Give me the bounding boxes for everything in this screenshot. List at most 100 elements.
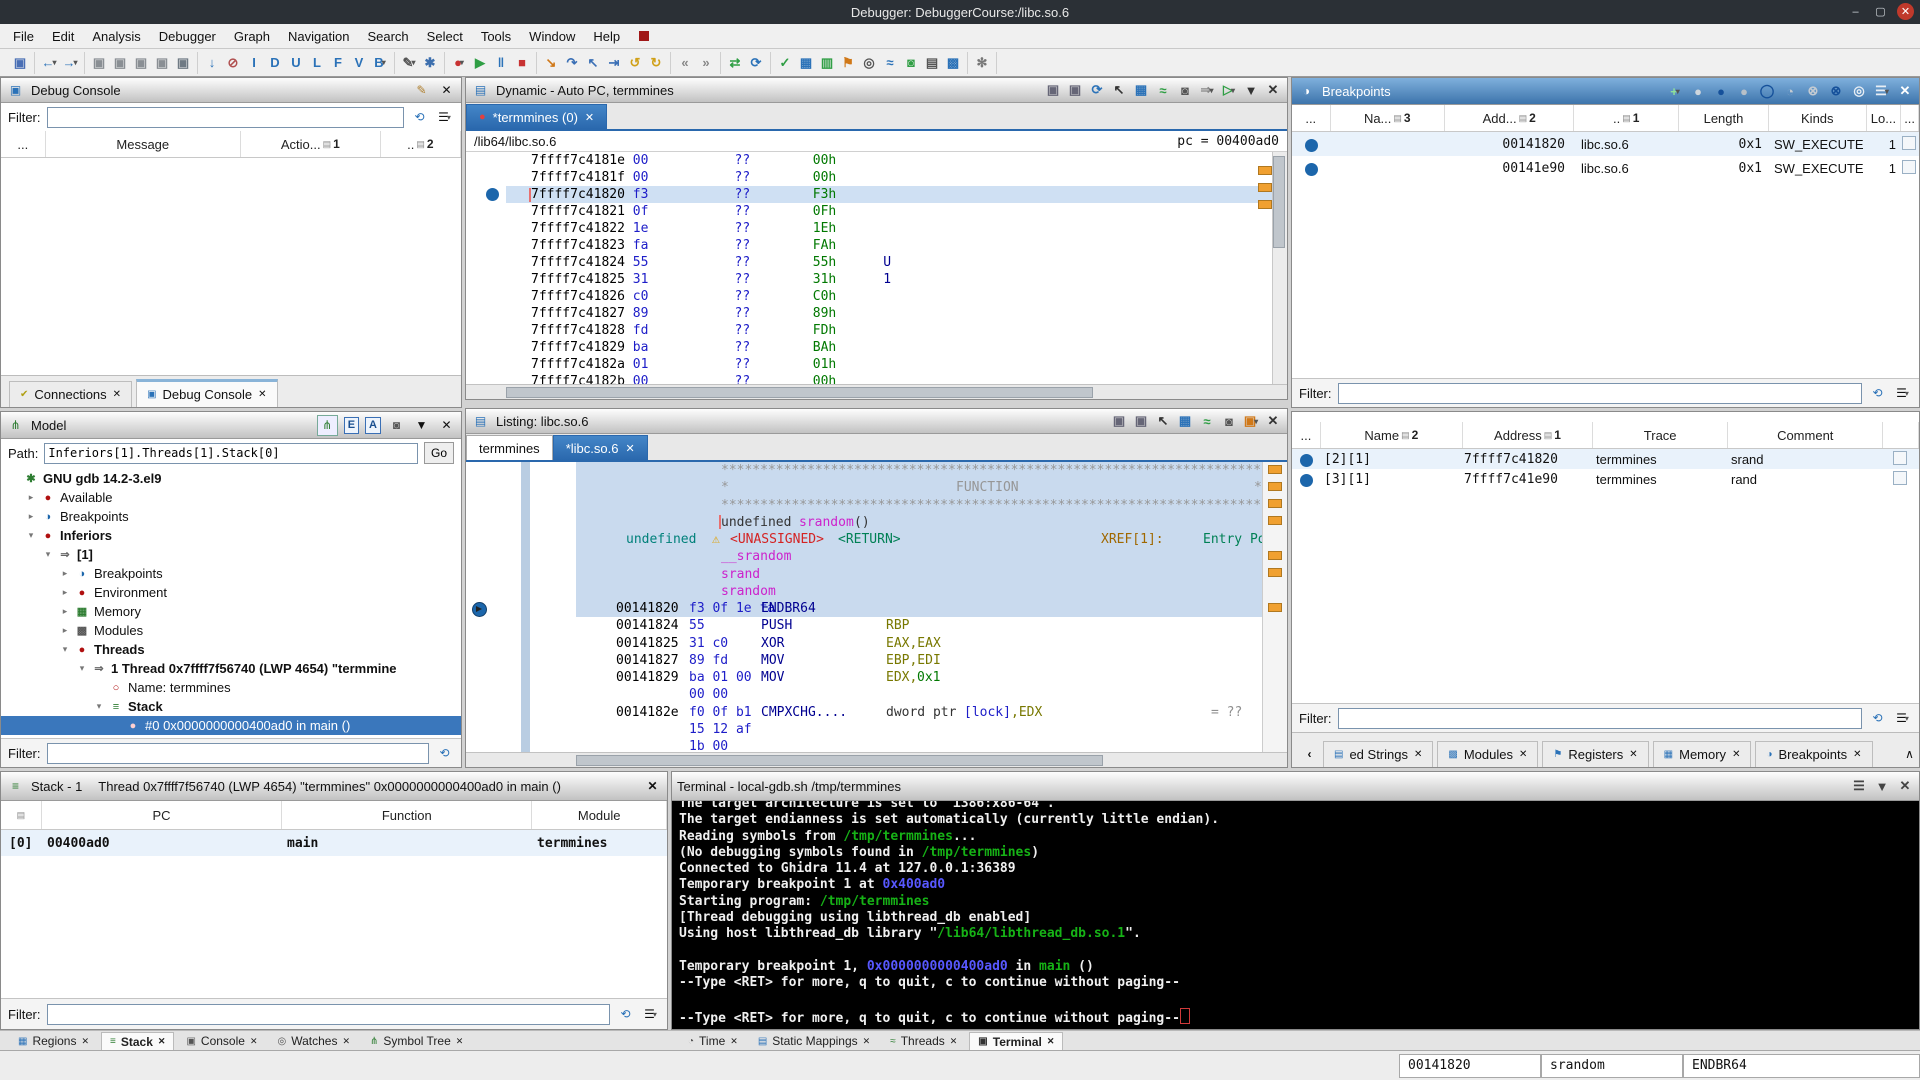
dropdown-icon[interactable]: ▼ xyxy=(1873,777,1891,795)
refresh-icon[interactable]: ⟳ xyxy=(747,54,765,72)
bp-checkbox[interactable] xyxy=(1902,159,1916,174)
camera-icon[interactable]: ◙ xyxy=(1176,81,1194,99)
column-header-...[interactable]: ... xyxy=(1901,105,1919,131)
table-icon[interactable]: ▦ xyxy=(1176,412,1194,430)
flag-icon[interactable]: ⚑ xyxy=(839,54,857,72)
column-header-Address[interactable]: Address ▤ 1 xyxy=(1463,422,1594,448)
tab-close-icon[interactable]: ✕ xyxy=(1047,1036,1055,1047)
replay-icon[interactable]: ↻ xyxy=(647,54,665,72)
edit-icon[interactable]: ▣ ▾ xyxy=(1242,412,1260,430)
tab-close-icon[interactable]: ✕ xyxy=(1519,749,1527,760)
tree-node[interactable]: ▸ ▩ Modules xyxy=(1,621,461,640)
map-icon[interactable]: ▩ xyxy=(944,54,962,72)
close-icon[interactable]: ✕ xyxy=(1264,81,1282,99)
menu-edit[interactable]: Edit xyxy=(43,27,83,46)
tab-breakpoints[interactable]: ◑ Breakpoints ✕ xyxy=(1755,741,1873,767)
magnify-icon[interactable]: ◎ xyxy=(1850,82,1868,100)
listing-line[interactable]: 15 12 af xyxy=(466,721,1287,738)
byte-row[interactable]: 7ffff7c41820 f3 ?? F3h xyxy=(506,186,1287,203)
breakpoint-row[interactable]: 00141e90 libc.so.6 0x1 SW_EXECUTE 1 xyxy=(1292,156,1919,180)
disable-all-icon[interactable]: ● xyxy=(1735,82,1753,100)
toggle-icon[interactable]: ◯ xyxy=(1758,82,1776,100)
tree-node[interactable]: ▾ ⇒ [1] xyxy=(1,545,461,564)
listing-line[interactable]: ****************************************… xyxy=(466,462,1287,479)
listing-line[interactable]: undefined ⚠ <UNASSIGNED> <RETURN> XREF[1]: En… xyxy=(466,531,1287,548)
column-header-Function[interactable]: Function xyxy=(282,801,533,829)
close-icon[interactable]: ✕ xyxy=(1264,412,1282,430)
tree-expander-icon[interactable]: ▸ xyxy=(60,606,70,617)
filter-refresh-icon[interactable]: ⟲ xyxy=(1868,384,1887,403)
byte-row[interactable]: 7ffff7c4182a 01 ?? 01h xyxy=(506,356,1287,373)
column-header-..[interactable]: .. ▤ 2 xyxy=(381,131,461,157)
tab-termmines[interactable]: termmines xyxy=(466,435,553,460)
cursor-down-icon[interactable]: ↓ xyxy=(203,54,221,72)
paste-all-icon[interactable]: ▣ xyxy=(153,54,171,72)
chart-icon[interactable]: ≈ xyxy=(1154,81,1172,99)
tree-expander-icon[interactable]: ▸ xyxy=(60,625,70,636)
tree-node[interactable]: ▸ ◑ Breakpoints xyxy=(1,507,461,526)
location-enabled-icon[interactable] xyxy=(1299,453,1313,467)
column-header-Lo...[interactable]: Lo... xyxy=(1867,105,1902,131)
pointer-icon[interactable]: ↖ xyxy=(1110,81,1128,99)
partial-icon[interactable]: ◔ xyxy=(1781,82,1799,100)
goto-next-icon[interactable]: » xyxy=(697,54,715,72)
track-pc-icon[interactable]: ⇒ ▾ xyxy=(1198,81,1216,99)
tab-libcso6[interactable]: *libc.so.6 ✕ xyxy=(552,435,648,460)
clear-icon[interactable]: ⊘ xyxy=(224,54,242,72)
filter-input[interactable] xyxy=(46,742,429,764)
filter-input[interactable] xyxy=(46,106,404,128)
location-enabled-icon[interactable] xyxy=(1299,473,1313,487)
byte-row[interactable]: 7ffff7c41822 1e ?? 1Eh xyxy=(506,220,1287,237)
show-tree-icon[interactable]: ⋔ xyxy=(316,414,338,436)
snapshot-icon[interactable]: ◙ xyxy=(387,416,406,435)
column-header-..[interactable]: .. ▤ 1 xyxy=(1574,105,1680,131)
tree-node[interactable]: ▾ ● Threads xyxy=(1,640,461,659)
tree-node[interactable]: ▸ ● Available xyxy=(1,488,461,507)
byte-row[interactable]: 7ffff7c41829 ba ?? BAh xyxy=(506,339,1287,356)
bottom-tab-time[interactable]: ◔ Time ✕ xyxy=(680,1032,746,1050)
interrupt-icon[interactable]: ‖ xyxy=(492,54,510,72)
location-row[interactable]: [3][1] 7ffff7c41e90 termmines rand xyxy=(1292,469,1919,489)
tab-memory[interactable]: ▦ Memory ✕ xyxy=(1652,741,1752,767)
listing-line[interactable]: 00141829 ba 01 00 MOV EDX, 0x1 xyxy=(466,669,1287,686)
column-header-level[interactable]: ▤ xyxy=(1,801,42,829)
step-into-icon[interactable]: ↘ xyxy=(542,54,560,72)
copy-icon[interactable]: ▣ xyxy=(1110,412,1128,430)
watch-icon[interactable]: ◎ xyxy=(860,54,878,72)
snapshot-icon[interactable]: ◙ xyxy=(902,54,920,72)
menu-tools[interactable]: Tools xyxy=(472,27,520,46)
column-header-5[interactable] xyxy=(1883,422,1919,448)
listing-line[interactable]: * FUNCTION * xyxy=(466,479,1287,496)
tree-node[interactable]: ▾ ⇒ 1 Thread 0x7ffff7f56740 (LWP 4654) "te… xyxy=(1,659,461,678)
tree-node[interactable]: ▸ ◑ Breakpoints xyxy=(1,564,461,583)
tree-node[interactable]: ✱ GNU gdb 14.2-3.el9 xyxy=(1,469,461,488)
filter-refresh-icon[interactable]: ⟲ xyxy=(1868,709,1887,728)
terminal-output[interactable]: The target architecture is set to "i386:… xyxy=(672,801,1919,1029)
check-icon[interactable]: ✓ xyxy=(776,54,794,72)
nav-forward-icon[interactable]: → ▾ xyxy=(61,54,79,72)
memory-icon[interactable]: ▥ xyxy=(818,54,836,72)
tab-close-icon[interactable]: ✕ xyxy=(585,111,594,124)
column-header-Comment[interactable]: Comment xyxy=(1728,422,1884,448)
byte-row[interactable]: 7ffff7c4181e 00 ?? 00h xyxy=(506,152,1287,169)
menu-debugger[interactable]: Debugger xyxy=(150,27,225,46)
letter-f-icon[interactable]: F xyxy=(329,54,347,72)
filter-input[interactable] xyxy=(1337,382,1862,404)
tree-expander-icon[interactable]: ▸ xyxy=(26,492,36,503)
paste-lock-icon[interactable]: ▣ xyxy=(174,54,192,72)
close-button[interactable]: ✕ xyxy=(1897,3,1914,20)
dynamic-hscrollbar[interactable] xyxy=(466,384,1287,399)
filter-refresh-icon[interactable]: ⟲ xyxy=(616,1005,635,1024)
paste-clone-icon[interactable]: ▣ xyxy=(132,54,150,72)
tab-close-icon[interactable]: ✕ xyxy=(625,442,634,455)
column-header-Name[interactable]: Name ▤ 2 xyxy=(1321,422,1463,448)
enable-icon[interactable]: ● xyxy=(1712,82,1730,100)
close-icon[interactable]: ✕ xyxy=(643,777,662,796)
breakpoint-dot-icon[interactable] xyxy=(486,188,499,201)
byte-row[interactable]: 7ffff7c41826 c0 ?? C0h xyxy=(506,288,1287,305)
grid-icon[interactable]: ▦ xyxy=(797,54,815,72)
tab-close-icon[interactable]: ✕ xyxy=(113,389,121,400)
chart-icon[interactable]: ≈ xyxy=(1198,412,1216,430)
pencil-icon[interactable]: ✎ ▾ xyxy=(400,54,418,72)
tree-node[interactable]: ▸ ▦ Memory xyxy=(1,602,461,621)
